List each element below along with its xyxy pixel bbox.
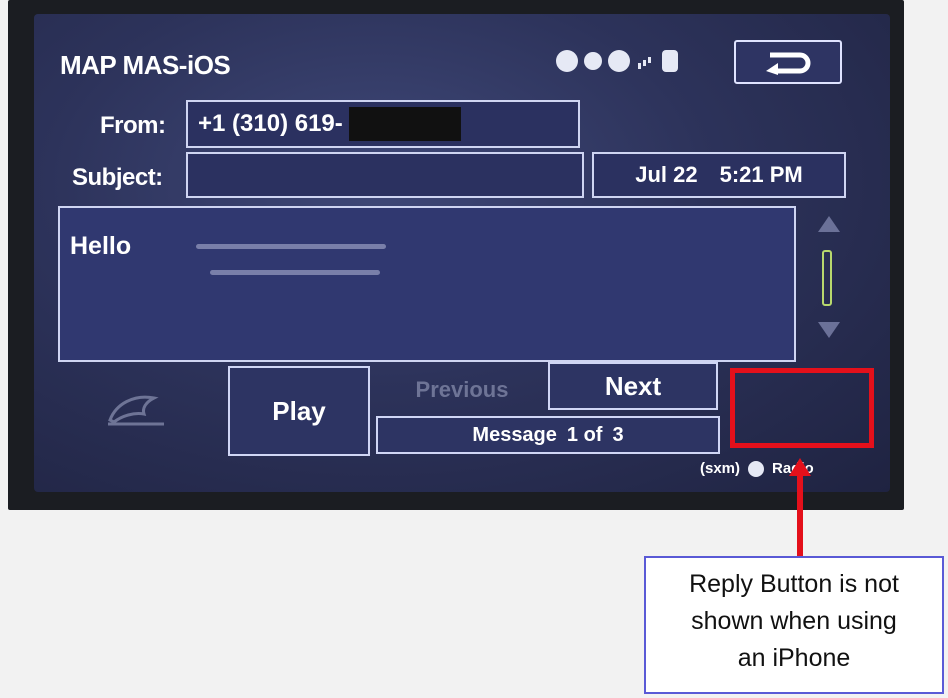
voice-command-icon [108, 395, 164, 426]
blurred-text-line [210, 270, 380, 275]
subject-field [186, 152, 584, 198]
status-bar [556, 50, 678, 72]
message-counter-total: 3 [612, 423, 624, 446]
annotation-callout: Reply Button is not shown when using an … [644, 556, 944, 694]
back-button[interactable] [734, 40, 842, 84]
message-counter-label: Message [472, 423, 557, 446]
scrollbar-thumb[interactable] [822, 250, 832, 306]
signal-bars-icon [636, 51, 656, 71]
message-body: Hello [58, 206, 796, 362]
scroll-up-icon[interactable] [818, 216, 840, 232]
message-counter: Message 1 of 3 [376, 416, 720, 454]
blurred-text-line [196, 244, 386, 249]
callout-line-1: Reply Button is not [689, 570, 899, 598]
from-value: +1 (310) 619- [198, 110, 343, 137]
from-label: From: [100, 112, 166, 139]
missing-reply-button-highlight [730, 368, 874, 448]
from-field: +1 (310) 619- [186, 100, 580, 148]
redaction-block [348, 107, 461, 141]
date-time-field: Jul 22 5:21 PM [592, 152, 846, 198]
sirius-icon [556, 50, 578, 72]
message-counter-value: 1 of [566, 423, 603, 446]
subject-label: Subject: [72, 164, 163, 191]
scroll-down-icon[interactable] [818, 322, 840, 338]
return-arrow-icon [766, 52, 811, 75]
next-button[interactable]: Next [548, 362, 718, 410]
message-date: Jul 22 [635, 162, 698, 187]
annotation-arrow [797, 470, 803, 558]
play-button[interactable]: Play [228, 366, 370, 456]
previous-button[interactable]: Previous [378, 368, 546, 412]
sxm-label: (sxm) [700, 460, 741, 477]
callout-line-3: an iPhone [737, 644, 851, 672]
screen-title: MAP MAS-iOS [60, 50, 231, 80]
bluetooth-icon [608, 50, 630, 72]
callout-line-2: shown when using [691, 607, 897, 635]
message-time: 5:21 PM [719, 162, 803, 187]
message-body-text: Hello [70, 232, 132, 260]
radio-icon [748, 460, 765, 477]
battery-icon [662, 50, 678, 72]
mute-icon [584, 52, 602, 70]
